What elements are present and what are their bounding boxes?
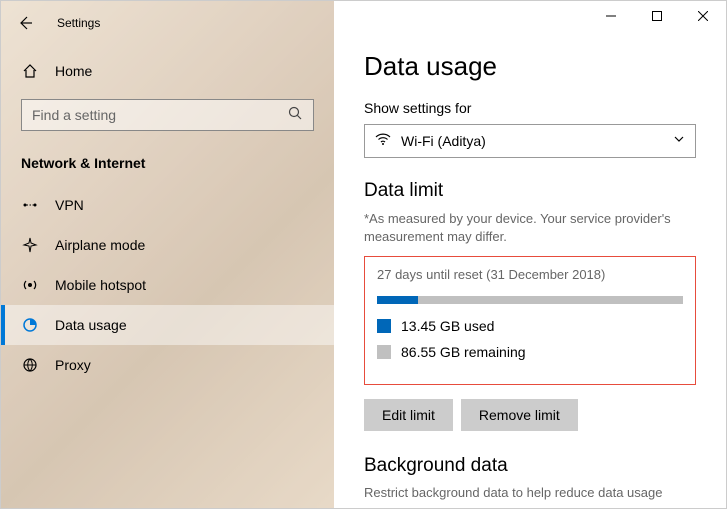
nav-label: Data usage [55,317,127,333]
sidebar-home[interactable]: Home [1,53,334,89]
background-data-heading: Background data [364,455,696,477]
sidebar: Settings Home Find a setting Network & I… [1,1,334,508]
maximize-button[interactable] [634,1,680,31]
minimize-button[interactable] [588,1,634,31]
data-limit-heading: Data limit [364,180,696,202]
legend-remaining: 86.55 GB remaining [377,344,683,360]
data-usage-icon [21,317,39,333]
network-dropdown[interactable]: Wi-Fi (Aditya) [364,124,696,158]
sidebar-item-vpn[interactable]: VPN [1,185,334,225]
used-swatch [377,319,391,333]
network-selected: Wi-Fi (Aditya) [401,133,486,149]
settings-window: Settings Home Find a setting Network & I… [0,0,727,509]
back-button[interactable] [17,13,37,33]
search-placeholder: Find a setting [32,107,116,123]
usage-progress [377,296,683,304]
vpn-icon [21,197,39,213]
nav-label: Airplane mode [55,237,145,253]
reset-text: 27 days until reset (31 December 2018) [377,267,683,282]
sidebar-item-proxy[interactable]: Proxy [1,345,334,385]
sidebar-section-label: Network & Internet [1,149,334,185]
data-limit-note: *As measured by your device. Your servic… [364,210,696,246]
window-controls [588,1,726,31]
data-limit-box: 27 days until reset (31 December 2018) 1… [364,256,696,385]
nav-label: Proxy [55,357,91,373]
proxy-icon [21,357,39,373]
sidebar-item-data-usage[interactable]: Data usage [1,305,334,345]
chevron-down-icon [673,132,685,150]
show-settings-label: Show settings for [364,100,696,116]
remaining-swatch [377,345,391,359]
app-title: Settings [57,16,100,30]
home-icon [21,63,39,79]
close-button[interactable] [680,1,726,31]
remove-limit-button[interactable]: Remove limit [461,399,578,431]
legend-used: 13.45 GB used [377,318,683,334]
wifi-icon [375,132,391,151]
search-icon [287,105,303,126]
search-input[interactable]: Find a setting [21,99,314,131]
page-title: Data usage [364,51,696,82]
content-pane: Data usage Show settings for Wi-Fi (Adit… [334,1,726,508]
background-data-note: Restrict background data to help reduce … [364,485,696,500]
nav-label: Mobile hotspot [55,277,146,293]
used-text: 13.45 GB used [401,318,494,334]
remaining-text: 86.55 GB remaining [401,344,526,360]
home-label: Home [55,63,92,79]
usage-progress-fill [377,296,418,304]
nav-label: VPN [55,197,84,213]
sidebar-item-hotspot[interactable]: Mobile hotspot [1,265,334,305]
airplane-icon [21,237,39,253]
edit-limit-button[interactable]: Edit limit [364,399,453,431]
sidebar-item-airplane[interactable]: Airplane mode [1,225,334,265]
hotspot-icon [21,277,39,293]
